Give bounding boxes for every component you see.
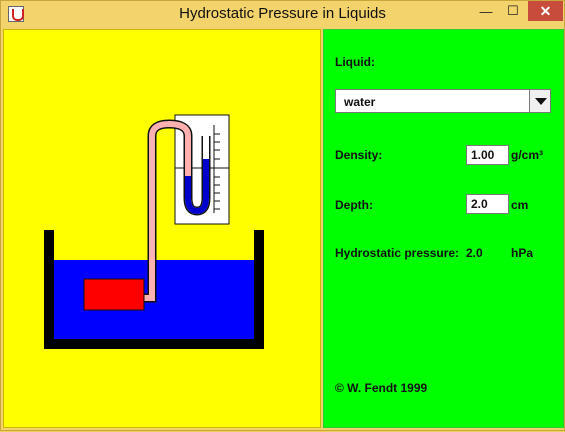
container-right-wall bbox=[254, 230, 264, 349]
control-panel: Liquid: water Density: 1.00 g/cm³ Depth:… bbox=[323, 29, 564, 428]
pressure-value: 2.0 bbox=[466, 246, 483, 260]
container-left-wall bbox=[44, 230, 54, 349]
copyright-text: © W. Fendt 1999 bbox=[335, 381, 428, 395]
minimize-button[interactable]: — bbox=[473, 1, 499, 21]
liquid-label: Liquid: bbox=[335, 55, 375, 69]
pressure-probe[interactable] bbox=[83, 278, 145, 311]
density-field[interactable]: 1.00 bbox=[466, 145, 509, 165]
maximize-button[interactable]: ☐ bbox=[500, 1, 526, 21]
simulation-panel bbox=[3, 29, 321, 428]
close-button[interactable]: ✕ bbox=[528, 1, 563, 21]
title-bar[interactable]: Hydrostatic Pressure in Liquids — ☐ ✕ bbox=[1, 1, 564, 28]
liquid-select[interactable]: water bbox=[335, 89, 551, 113]
dropdown-arrow-icon[interactable] bbox=[529, 89, 551, 113]
simulation-canvas bbox=[44, 114, 264, 349]
depth-label: Depth: bbox=[335, 198, 373, 212]
pressure-unit: hPa bbox=[511, 246, 534, 260]
density-unit: g/cm³ bbox=[511, 148, 544, 162]
pressure-label: Hydrostatic pressure: bbox=[335, 246, 460, 260]
depth-field[interactable]: 2.0 bbox=[466, 194, 509, 214]
density-label: Density: bbox=[335, 148, 383, 162]
liquid-select-value: water bbox=[344, 95, 376, 109]
depth-unit: cm bbox=[511, 198, 529, 212]
app-window: Hydrostatic Pressure in Liquids — ☐ ✕ Li… bbox=[0, 0, 565, 431]
container-bottom bbox=[44, 339, 264, 349]
